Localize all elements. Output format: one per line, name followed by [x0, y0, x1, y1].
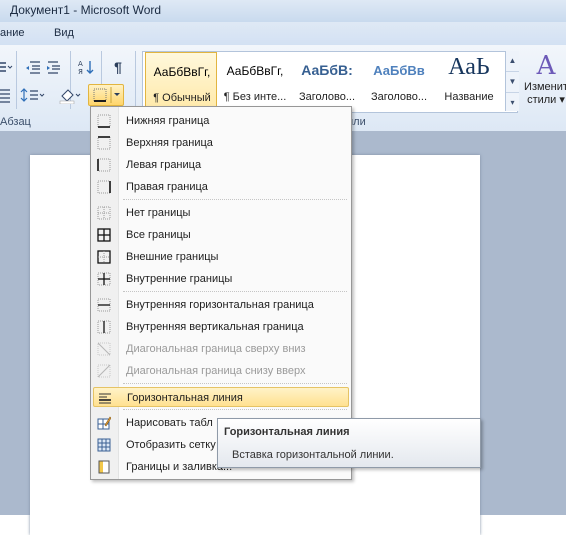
style-sample: АаЬ: [448, 54, 490, 80]
bottom-border-icon: [97, 114, 111, 128]
style-name: Заголово...: [298, 91, 356, 103]
gallery-scroll[interactable]: ▲ ▼ ▾: [505, 51, 519, 111]
menu-separator: [123, 383, 347, 384]
menu-item-label: Внутренняя вертикальная граница: [126, 321, 304, 333]
inside-borders-icon: [97, 272, 111, 286]
menu-item-label: Диагональная граница снизу вверх: [126, 365, 306, 377]
style-heading-2[interactable]: АаБбВв Заголово...: [363, 52, 435, 112]
change-styles-icon: A: [536, 51, 556, 81]
menu-item-top-border[interactable]: Верхняя граница: [93, 133, 349, 153]
menu-item-label: Нарисовать табл: [126, 417, 213, 429]
menu-item-label: Верхняя граница: [126, 137, 213, 149]
all-borders-icon: [97, 228, 111, 242]
menu-item-label: Горизонтальная линия: [127, 392, 243, 404]
title-bar: Документ1 - Microsoft Word: [0, 0, 566, 22]
svg-text:Я: Я: [78, 68, 83, 76]
style-no-spacing[interactable]: АаБбВвГг, ¶ Без инте...: [219, 52, 291, 112]
style-name: ¶ Без инте...: [223, 91, 287, 103]
style-sample: АаБбВв: [373, 63, 425, 78]
sort-icon[interactable]: AЯ: [77, 58, 95, 76]
menu-item-diagonal-up-border: Диагональная граница снизу вверх: [93, 361, 349, 381]
menu-item-label: Диагональная граница сверху вниз: [126, 343, 306, 355]
style-sample: АаБбВ:: [301, 62, 353, 78]
borders-shading-icon: [97, 460, 111, 474]
style-name: Название: [444, 91, 494, 103]
change-styles-label: Изменит: [524, 81, 566, 93]
window-title: Документ1 - Microsoft Word: [10, 3, 162, 17]
style-title[interactable]: АаЬ Название: [433, 52, 505, 112]
left-border-icon: [97, 158, 111, 172]
tooltip-title: Горизонтальная линия: [224, 426, 350, 438]
ribbon-separator: [135, 51, 136, 109]
style-name: ¶ Обычный: [153, 92, 211, 104]
menu-item-left-border[interactable]: Левая граница: [93, 155, 349, 175]
change-styles-button[interactable]: A Изменит стили ▾: [522, 51, 566, 113]
horizontal-line-icon: [98, 391, 112, 405]
right-border-icon: [97, 180, 111, 194]
style-heading-1[interactable]: АаБбВ: Заголово...: [291, 52, 363, 112]
menu-item-label: Правая граница: [126, 181, 208, 193]
borders-button[interactable]: [88, 84, 124, 106]
menu-item-inside-horizontal-border[interactable]: Внутренняя горизонтальная граница: [93, 295, 349, 315]
menu-item-label: Отобразить сетку: [126, 439, 216, 451]
styles-gallery[interactable]: АаБбВвГг, ¶ Обычный АаБбВвГг, ¶ Без инте…: [142, 51, 518, 113]
diagonal-down-border-icon: [97, 342, 111, 356]
style-sample: АаБбВвГг,: [153, 65, 211, 79]
tooltip: Горизонтальная линия Вставка горизонталь…: [217, 418, 481, 468]
svg-text:A: A: [78, 60, 83, 68]
menu-item-horizontal-line[interactable]: Горизонтальная линия: [93, 387, 349, 407]
menu-item-label: Нет границы: [126, 207, 191, 219]
menu-item-label: Внутренняя горизонтальная граница: [126, 299, 314, 311]
diagonal-up-border-icon: [97, 364, 111, 378]
paragraph-group-label: Абзац: [0, 116, 31, 128]
menu-item-label: Внутренние границы: [126, 273, 233, 285]
line-spacing-icon[interactable]: [20, 86, 46, 104]
view-gridlines-icon: [97, 438, 111, 452]
style-sample: АаБбВвГг,: [226, 64, 284, 78]
menu-item-right-border[interactable]: Правая граница: [93, 177, 349, 197]
ribbon-tabs: ание Вид: [0, 22, 566, 45]
scroll-up-icon[interactable]: ▲: [506, 51, 519, 72]
style-name: Заголово...: [370, 91, 428, 103]
shading-icon[interactable]: [58, 86, 84, 105]
menu-item-inside-borders[interactable]: Внутренние границы: [93, 269, 349, 289]
increase-indent-icon[interactable]: [46, 58, 64, 76]
menu-item-label: Левая граница: [126, 159, 202, 171]
outside-borders-icon: [97, 250, 111, 264]
inside-vertical-border-icon: [97, 320, 111, 334]
menu-item-outside-borders[interactable]: Внешние границы: [93, 247, 349, 267]
menu-item-label: Все границы: [126, 229, 191, 241]
pilcrow-icon[interactable]: ¶: [109, 58, 127, 76]
top-border-icon: [97, 136, 111, 150]
menu-item-label: Нижняя граница: [126, 115, 210, 127]
ribbon-separator: [16, 51, 17, 109]
draw-table-icon: [97, 416, 112, 430]
tab-view[interactable]: Вид: [54, 27, 74, 39]
scroll-down-icon[interactable]: ▼: [506, 72, 519, 93]
align-justify-icon[interactable]: [0, 86, 14, 104]
change-styles-label-2: стили ▾: [527, 94, 565, 106]
menu-item-diagonal-down-border: Диагональная граница сверху вниз: [93, 339, 349, 359]
menu-separator: [123, 291, 347, 292]
decrease-indent-icon[interactable]: [24, 58, 42, 76]
menu-separator: [123, 199, 347, 200]
menu-item-all-borders[interactable]: Все границы: [93, 225, 349, 245]
tooltip-description: Вставка горизонтальной линии.: [232, 449, 394, 461]
menu-separator: [123, 409, 347, 410]
list-dropdown-icon[interactable]: [0, 58, 14, 76]
gallery-more-icon[interactable]: ▾: [506, 93, 519, 113]
menu-item-inside-vertical-border[interactable]: Внутренняя вертикальная граница: [93, 317, 349, 337]
no-border-icon: [97, 206, 111, 220]
inside-horizontal-border-icon: [97, 298, 111, 312]
menu-item-no-border[interactable]: Нет границы: [93, 203, 349, 223]
menu-item-label: Внешние границы: [126, 251, 219, 263]
menu-item-bottom-border[interactable]: Нижняя граница: [93, 111, 349, 131]
style-normal[interactable]: АаБбВвГг, ¶ Обычный: [145, 52, 217, 112]
tab-layout-fragment[interactable]: ание: [0, 27, 24, 39]
